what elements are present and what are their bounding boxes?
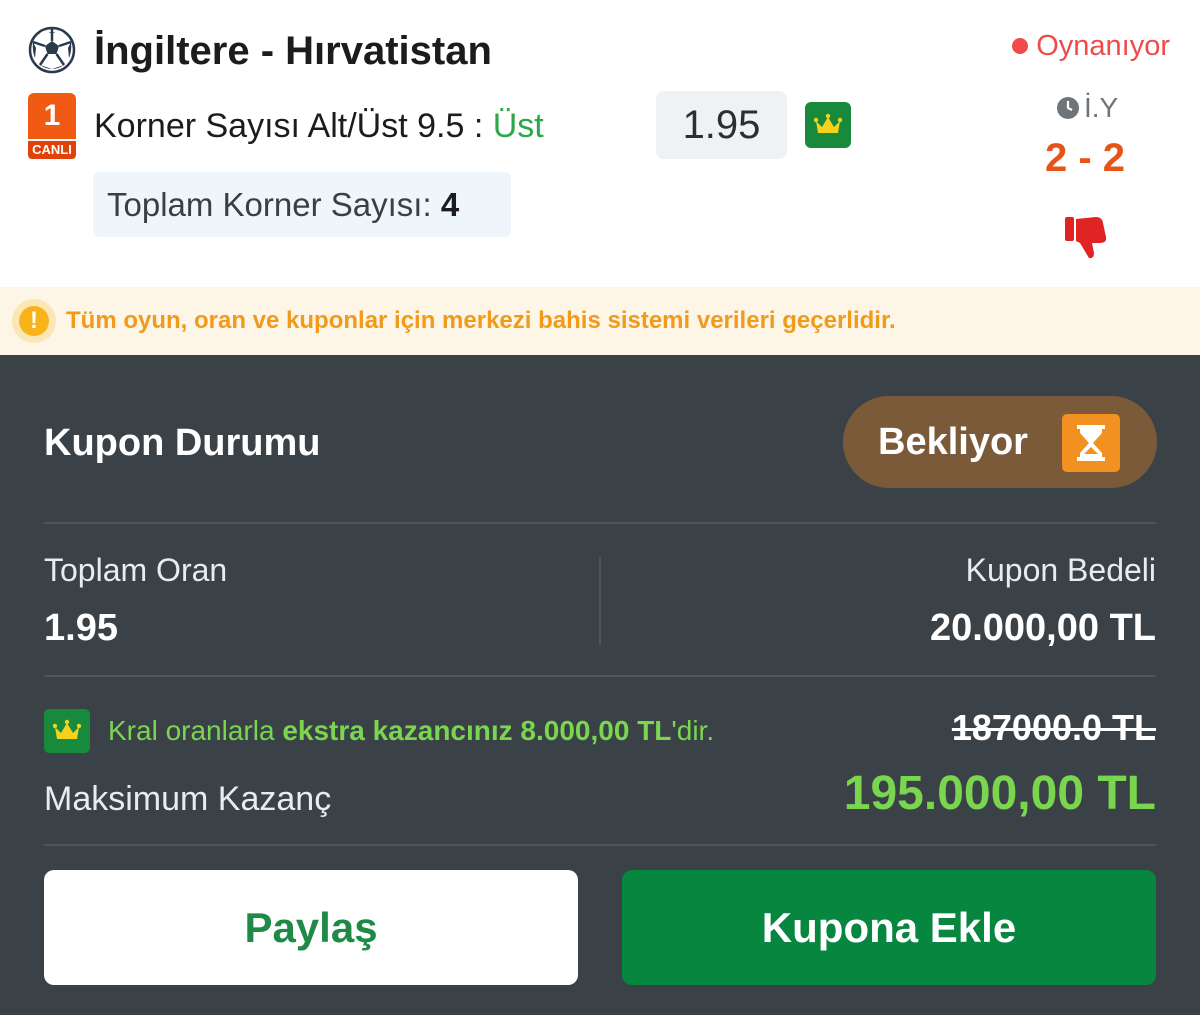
- coupon-status-pill: Bekliyor: [843, 396, 1157, 488]
- live-badge-label: CANLI: [28, 141, 76, 159]
- stake-value: 20.000,00 TL: [929, 607, 1156, 649]
- market-selection: Üst: [492, 107, 544, 145]
- match-score: 2 - 2: [1044, 136, 1126, 180]
- stake-label: Kupon Bedeli: [965, 552, 1156, 588]
- coupon-status-title: Kupon Durumu: [44, 422, 321, 464]
- live-dot-icon: [1012, 38, 1029, 54]
- clock-icon: [1057, 97, 1079, 119]
- hourglass-icon: [1062, 414, 1120, 472]
- odd-value[interactable]: 1.95: [656, 91, 787, 159]
- match-title[interactable]: İngiltere - Hırvatistan: [94, 26, 492, 76]
- info-warning-bar: ! Tüm oyun, oran ve kuponlar için merkez…: [0, 287, 1200, 355]
- share-button[interactable]: Paylaş: [44, 870, 578, 985]
- extra-suffix: 'dir.: [671, 715, 715, 746]
- live-badge: 1 CANLI: [28, 93, 76, 159]
- thumbs-down-icon: [1065, 217, 1107, 259]
- king-odds-badge: [805, 102, 851, 148]
- extra-prefix: Kral oranlarla: [108, 715, 283, 746]
- coupon-status-value: Bekliyor: [878, 420, 1028, 463]
- extra-win-text: Kral oranlarla ekstra kazancınız 8.000,0…: [108, 715, 714, 747]
- king-odds-badge: [44, 709, 90, 753]
- market-label: Korner Sayısı Alt/Üst 9.5 : Üst: [94, 104, 544, 148]
- total-corner-label: Toplam Korner Sayısı:: [107, 186, 432, 223]
- extra-win-info: Kral oranlarla ekstra kazancınız 8.000,0…: [44, 709, 714, 753]
- live-status: Oynanıyor: [1012, 28, 1170, 64]
- divider: [44, 522, 1156, 524]
- warning-icon: !: [12, 299, 56, 343]
- vertical-divider: [599, 557, 601, 645]
- live-badge-number: 1: [28, 93, 76, 139]
- total-corner-value: 4: [440, 186, 460, 223]
- old-max-win: 187000.0 TL: [951, 707, 1156, 748]
- warning-text: Tüm oyun, oran ve kuponlar için merkezi …: [66, 307, 896, 334]
- match-period: İ.Y: [1056, 92, 1118, 124]
- match-card: İngiltere - Hırvatistan Oynanıyor 1 CANL…: [0, 0, 1200, 287]
- divider: [44, 844, 1156, 846]
- coupon-panel: Kupon Durumu Bekliyor Toplam Oran 1.95 K…: [0, 355, 1200, 1015]
- divider: [44, 675, 1156, 677]
- crown-icon: [813, 113, 843, 133]
- add-to-coupon-button[interactable]: Kupona Ekle: [622, 870, 1156, 985]
- crown-icon: [52, 719, 82, 739]
- live-status-text: Oynanıyor: [1036, 30, 1170, 62]
- total-odd-label: Toplam Oran: [44, 552, 228, 588]
- total-odd-value: 1.95: [44, 607, 118, 649]
- period-label: İ.Y: [1084, 92, 1119, 123]
- max-win-label: Maksimum Kazanç: [44, 780, 332, 818]
- extra-amount: ekstra kazancınız 8.000,00 TL: [282, 715, 672, 746]
- max-win-value: 195.000,00 TL: [843, 767, 1156, 820]
- soccer-ball-icon: [28, 26, 76, 74]
- total-corner-info: Toplam Korner Sayısı: 4: [93, 172, 511, 237]
- market-name: Korner Sayısı Alt/Üst 9.5 :: [94, 107, 484, 145]
